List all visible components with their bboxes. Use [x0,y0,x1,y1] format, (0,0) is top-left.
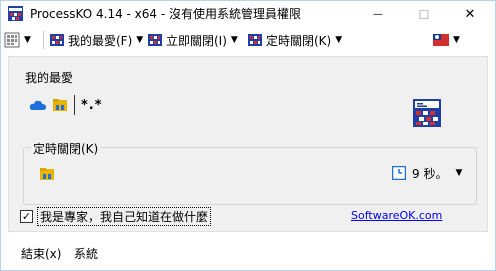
system-menu[interactable]: 系統 [74,245,98,262]
chevron-down-icon: ▼ [24,35,31,45]
folder-icon[interactable] [52,97,68,113]
favorites-group-label: 我的最愛 [23,69,76,86]
expert-option[interactable]: ✓ 我是專家，我自己知道在做什麼 [20,206,212,226]
taiwan-flag-icon [433,34,449,46]
favorites-divider [74,95,75,115]
favorites-menu-label: 我的最愛(F) [68,33,133,48]
main-panel: 我的最愛 *.* 定時關閉(K) 9 秒。 ▼ ✓ 我是專家，我自己知道在做什麼… [8,56,488,232]
minimize-icon: — [373,9,383,20]
exit-menu[interactable]: 結束(x) [21,245,61,262]
minimize-button[interactable]: — [355,1,401,28]
window-title: ProcessKO 4.14 - x64 - 沒有使用系統管理員權限 [30,7,302,21]
chevron-down-icon: ▼ [335,35,343,45]
close-button[interactable]: ✕ [447,1,493,28]
timed-kill-group-label: 定時關閉(K) [31,140,101,157]
maximize-icon: ☐ [418,7,430,22]
onedrive-icon[interactable] [29,98,47,112]
processko-app-icon [8,6,23,21]
favorites-pattern[interactable]: *.* [81,98,103,113]
checkmark-icon: ✓ [21,209,32,223]
expert-checkbox[interactable]: ✓ [20,209,33,223]
app-window: ProcessKO 4.14 - x64 - 沒有使用系統管理員權限 — ☐ ✕… [0,0,496,271]
kill-now-menu-label: 立即關閉(I) [166,33,227,48]
bottom-menu: 結束(x) 系統 [1,239,495,267]
toolbar: ▼ 我的最愛(F) ▼ 立即關閉(I) ▼ 定時關閉(K) ▼ ▼ [1,28,495,52]
timed-kill-menu-button[interactable]: 定時關閉(K) ▼ [247,28,342,52]
chevron-down-icon: ▼ [455,168,463,178]
expert-label[interactable]: 我是專家，我自己知道在做什麼 [37,206,212,226]
kill-now-menu-button[interactable]: 立即關閉(I) ▼ [147,28,238,52]
processko-large-icon[interactable] [412,98,442,128]
folder-icon[interactable] [39,166,55,182]
timer-value: 9 秒。 [412,166,448,181]
language-menu-button[interactable]: ▼ [433,28,460,52]
process-kill-icon [50,34,64,46]
process-kill-icon [248,34,262,46]
chevron-down-icon: ▼ [136,35,144,45]
softwareok-link[interactable]: SoftwareOK.com [351,209,442,222]
maximize-button[interactable]: ☐ [401,1,447,28]
timer-select[interactable]: 9 秒。 ▼ [392,163,462,183]
clock-icon [392,166,406,180]
toolbar-divider [43,31,44,49]
title-bar[interactable]: ProcessKO 4.14 - x64 - 沒有使用系統管理員權限 — ☐ ✕ [1,1,495,28]
chevron-down-icon: ▼ [230,35,238,45]
system-grid-icon [4,32,20,48]
favorites-row: *.* [29,95,103,115]
favorites-menu-button[interactable]: 我的最愛(F) ▼ [49,28,143,52]
system-menu-button[interactable]: ▼ [4,28,31,52]
timed-kill-menu-label: 定時關閉(K) [266,33,332,48]
process-kill-icon [148,34,162,46]
close-icon: ✕ [464,7,476,22]
chevron-down-icon: ▼ [453,35,460,45]
